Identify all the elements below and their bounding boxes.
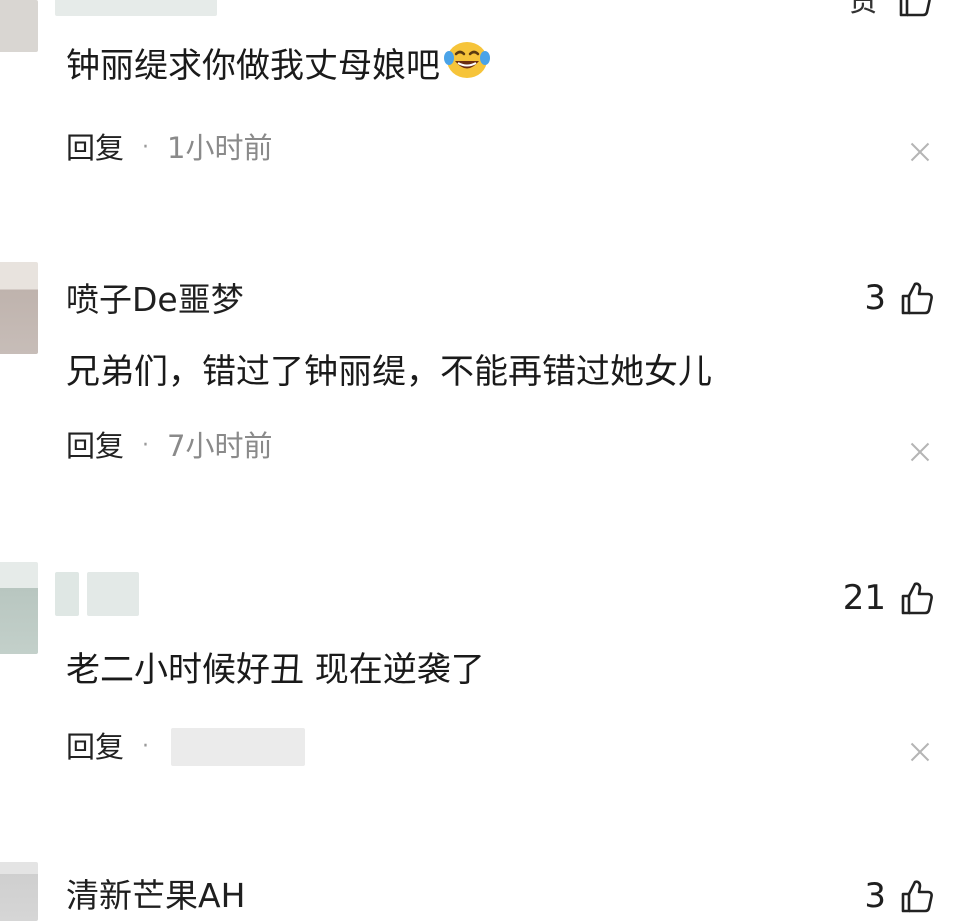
like-button[interactable]: 3 bbox=[864, 876, 934, 916]
like-button[interactable]: 3 bbox=[864, 278, 934, 318]
reply-button[interactable]: 回复 bbox=[66, 729, 124, 765]
comment-meta-1: 回复 · 1小时前 bbox=[66, 130, 272, 166]
thumbs-up-icon bbox=[901, 282, 933, 315]
comment-text-2: 兄弟们，错过了钟丽缇，不能再错过她女儿 bbox=[66, 352, 712, 392]
meta-separator: · bbox=[142, 433, 150, 458]
comment-item-3: 21 老二小时候好丑 现在逆袭了 回复 · bbox=[0, 562, 970, 862]
meta-separator: · bbox=[142, 734, 150, 759]
like-button[interactable]: 21 bbox=[843, 578, 934, 618]
comment-text-3: 老二小时候好丑 现在逆袭了 bbox=[66, 650, 485, 690]
comment-meta-3: 回复 · bbox=[66, 728, 306, 766]
comment-item-2: 喷子De噩梦 3 兄弟们，错过了钟丽缇，不能再错过她女儿 回复 · 7小时前 bbox=[0, 262, 970, 562]
thumbs-up-icon bbox=[901, 582, 933, 615]
reply-button[interactable]: 回复 bbox=[66, 130, 124, 166]
comment-username-4[interactable]: 清新芒果AH bbox=[66, 876, 245, 916]
comment-time: 7小时前 bbox=[167, 429, 273, 463]
comment-meta-2: 回复 · 7小时前 bbox=[66, 428, 272, 464]
meta-separator: · bbox=[142, 135, 150, 160]
like-count: 3 bbox=[864, 876, 886, 916]
blurred-time bbox=[171, 728, 306, 766]
comment-item-4: 清新芒果AH 3 bbox=[0, 862, 970, 921]
thumbs-up-icon bbox=[901, 880, 933, 913]
reply-button[interactable]: 回复 bbox=[66, 428, 124, 464]
close-icon[interactable] bbox=[910, 442, 930, 462]
comment-item-1: 钟丽缇求你做我丈母娘吧 回复 · 1小时前 bbox=[0, 0, 970, 240]
like-count: 3 bbox=[864, 278, 886, 318]
comment-list: 赞 钟丽缇求你做我丈母娘吧 回复 · 1小时前 喷子De噩梦 3 兄弟们，错过了… bbox=[0, 0, 970, 921]
comment-time: 1小时前 bbox=[167, 131, 273, 165]
comment-text-1: 钟丽缇求你做我丈母娘吧 bbox=[66, 42, 490, 91]
comment-body-1: 钟丽缇求你做我丈母娘吧 bbox=[66, 46, 440, 86]
laughing-crying-emoji-icon bbox=[444, 38, 490, 91]
close-icon[interactable] bbox=[910, 142, 930, 162]
comment-username-2[interactable]: 喷子De噩梦 bbox=[66, 280, 244, 320]
blurred-username[interactable] bbox=[55, 572, 139, 616]
close-icon[interactable] bbox=[910, 742, 930, 762]
like-count: 21 bbox=[842, 578, 886, 618]
